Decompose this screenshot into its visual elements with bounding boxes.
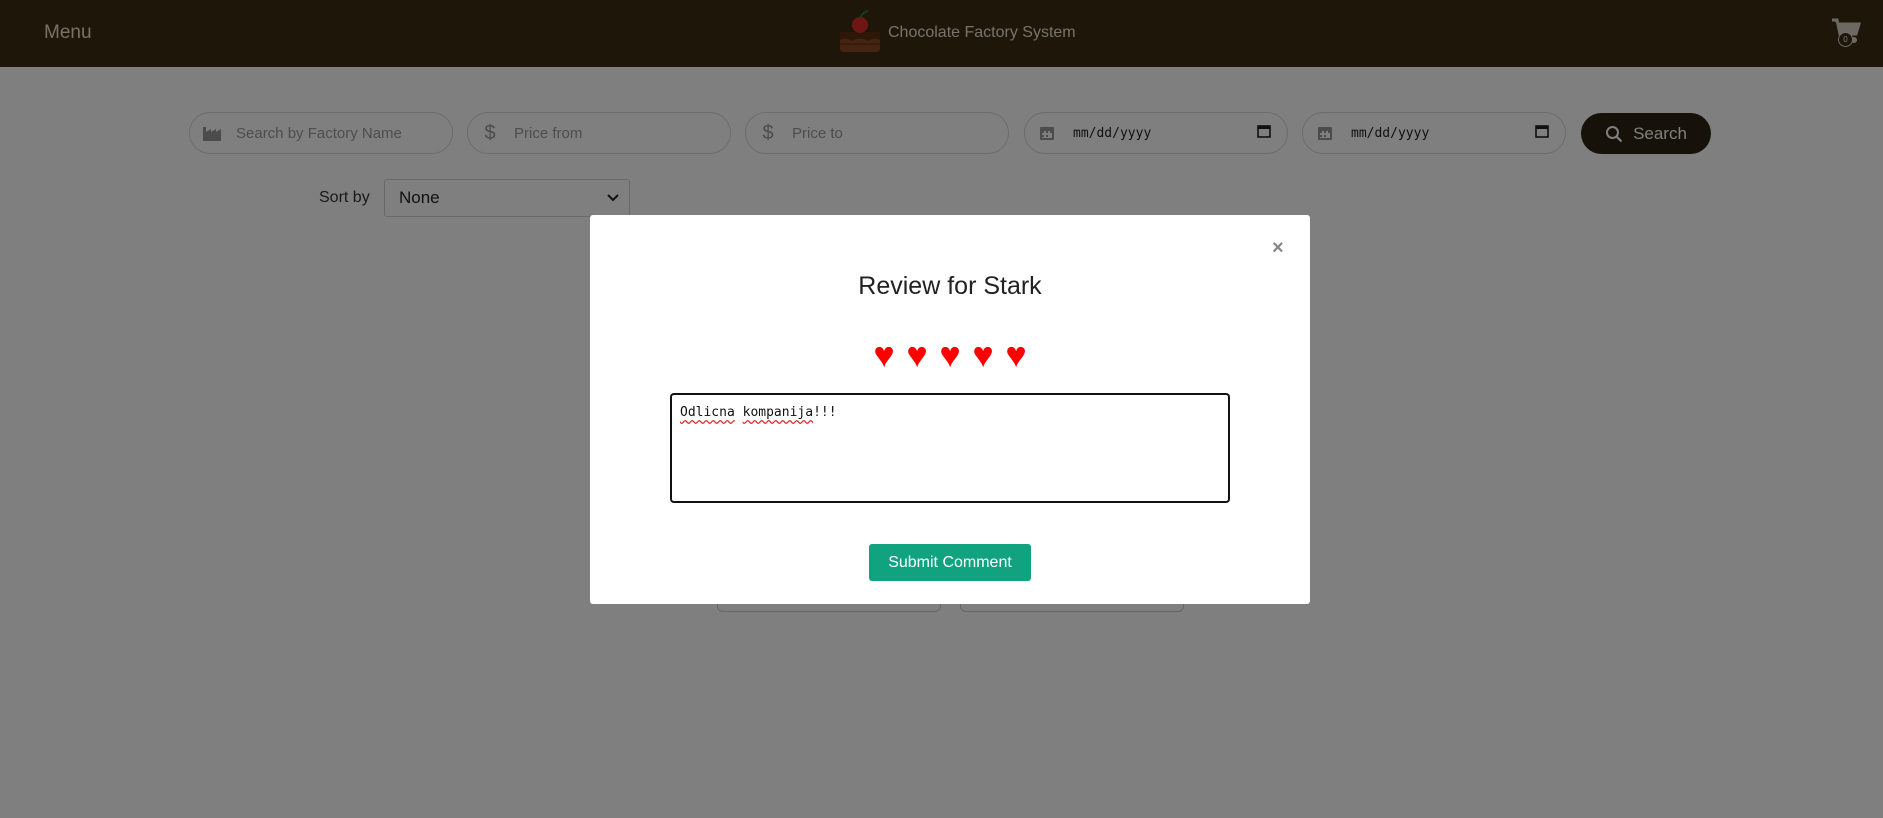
review-modal: × Review for Stark ♥ ♥ ♥ ♥ ♥ Odlicna kompani… [590, 215, 1310, 604]
comment-word: kompanija [742, 405, 814, 420]
submit-comment-button[interactable]: Submit Comment [869, 544, 1031, 581]
close-icon[interactable]: × [1272, 237, 1284, 260]
heart-icon[interactable]: ♥ [1003, 335, 1030, 375]
heart-icon[interactable]: ♥ [970, 335, 997, 375]
rating-hearts: ♥ ♥ ♥ ♥ ♥ [590, 335, 1310, 375]
comment-word: Odlicna [680, 405, 735, 420]
comment-textarea[interactable]: Odlicna kompanija!!! [670, 393, 1230, 503]
modal-title: Review for Stark [858, 272, 1042, 300]
comment-tail: !!! [813, 405, 837, 420]
heart-icon[interactable]: ♥ [871, 335, 898, 375]
heart-icon[interactable]: ♥ [937, 335, 964, 375]
heart-icon[interactable]: ♥ [904, 335, 931, 375]
